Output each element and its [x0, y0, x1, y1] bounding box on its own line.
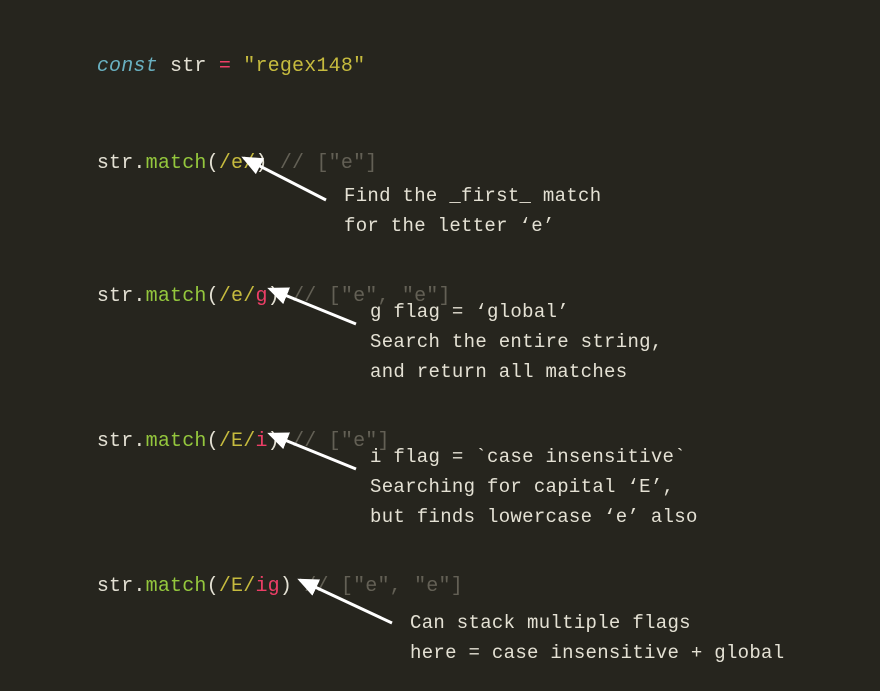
method-match: match	[146, 285, 207, 308]
method-match: match	[146, 430, 207, 453]
regex-flags: ig	[255, 575, 279, 598]
annotation-1: Find the _first_ match for the letter ‘e…	[344, 181, 601, 241]
object-ref: str	[97, 575, 134, 598]
code-diagram: const str = "regex148" str.match(/e/) //…	[0, 0, 880, 691]
assign-operator: =	[219, 55, 231, 78]
keyword-const: const	[97, 55, 158, 78]
string-literal: "regex148"	[243, 55, 365, 78]
arrow-icon	[262, 429, 362, 477]
arrow-icon	[236, 152, 336, 208]
arrow-icon	[262, 284, 362, 332]
declaration-line: const str = "regex148"	[48, 32, 365, 101]
identifier-str: str	[170, 55, 207, 78]
arrow-icon	[292, 575, 400, 631]
object-ref: str	[97, 152, 134, 175]
regex-body: /E/	[219, 575, 256, 598]
regex-body: /e/	[219, 285, 256, 308]
regex-body: /E/	[219, 430, 256, 453]
object-ref: str	[97, 285, 134, 308]
annotation-2: g flag = ‘global’ Search the entire stri…	[370, 297, 663, 387]
annotation-3: i flag = `case insensitive` Searching fo…	[370, 442, 698, 532]
annotation-4: Can stack multiple flags here = case ins…	[410, 608, 784, 668]
object-ref: str	[97, 430, 134, 453]
example-4-code: str.match(/E/ig) // ["e", "e"]	[48, 552, 463, 621]
method-match: match	[146, 152, 207, 175]
method-match: match	[146, 575, 207, 598]
